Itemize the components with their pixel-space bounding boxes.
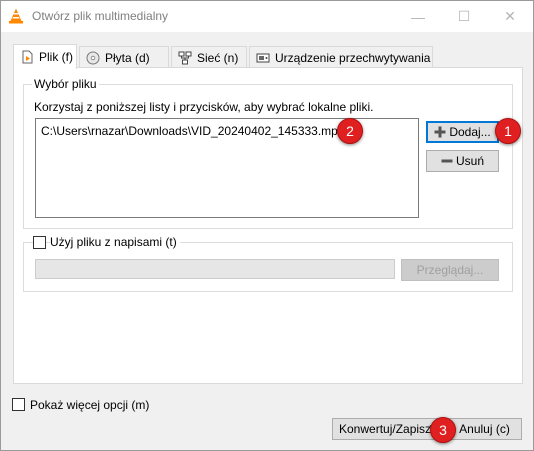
annotation-marker-2: 2 [337,118,363,144]
tab-file[interactable]: Plik (f) [13,44,77,69]
file-icon [20,50,34,64]
subtitle-path-field[interactable] [35,259,395,279]
cancel-button[interactable]: Anuluj (c) [447,418,522,440]
file-selection-hint: Korzystaj z poniższej listy i przycisków… [34,100,374,114]
window-title: Otwórz plik multimedialny [32,9,169,23]
use-subtitles-checkbox[interactable] [33,236,46,249]
remove-file-button[interactable]: Usuń [426,150,499,172]
minimize-button[interactable]: — [395,1,441,32]
convert-save-label: Konwertuj/Zapisz [339,422,432,436]
remove-file-label: Usuń [455,154,484,168]
tab-file-label: Plik (f) [39,50,73,64]
open-media-dialog: Otwórz plik multimedialny — ☐ ✕ Plik (f)… [0,0,534,451]
plus-icon [434,126,446,138]
disc-icon [86,51,100,65]
annotation-marker-3: 3 [430,417,456,443]
annotation-marker-1: 1 [495,118,521,144]
show-more-options-label[interactable]: Pokaż więcej opcji (m) [30,398,149,412]
list-item[interactable]: C:\Users\rnazar\Downloads\VID_20240402_1… [41,124,345,138]
file-selection-title: Wybór pliku [32,77,99,91]
network-icon [178,51,192,65]
show-more-options-checkbox[interactable] [12,398,25,411]
browse-subtitles-button[interactable]: Przeglądaj... [401,259,499,281]
titlebar: Otwórz plik multimedialny — ☐ ✕ [1,1,533,32]
tab-capture-device-label: Urządzenie przechwytywania [275,50,431,65]
close-button[interactable]: ✕ [487,1,533,32]
convert-save-button[interactable]: Konwertuj/Zapisz [332,418,440,440]
minus-icon [441,159,453,163]
tab-disc[interactable]: Płyta (d) [79,46,169,68]
capture-device-icon [256,51,270,65]
tab-disc-label: Płyta (d) [105,50,150,65]
add-file-button[interactable]: Dodaj... [426,121,499,143]
tab-panel-file: Wybór pliku Korzystaj z poniższej listy … [13,67,523,384]
tab-capture-device[interactable]: Urządzenie przechwytywania [249,46,433,68]
tab-network-label: Sieć (n) [197,50,239,65]
tab-network[interactable]: Sieć (n) [171,46,247,68]
use-subtitles-label[interactable]: Użyj pliku z napisami (t) [50,235,180,249]
maximize-button[interactable]: ☐ [441,1,487,32]
vlc-cone-icon [9,8,23,24]
add-file-label: Dodaj... [449,125,491,139]
